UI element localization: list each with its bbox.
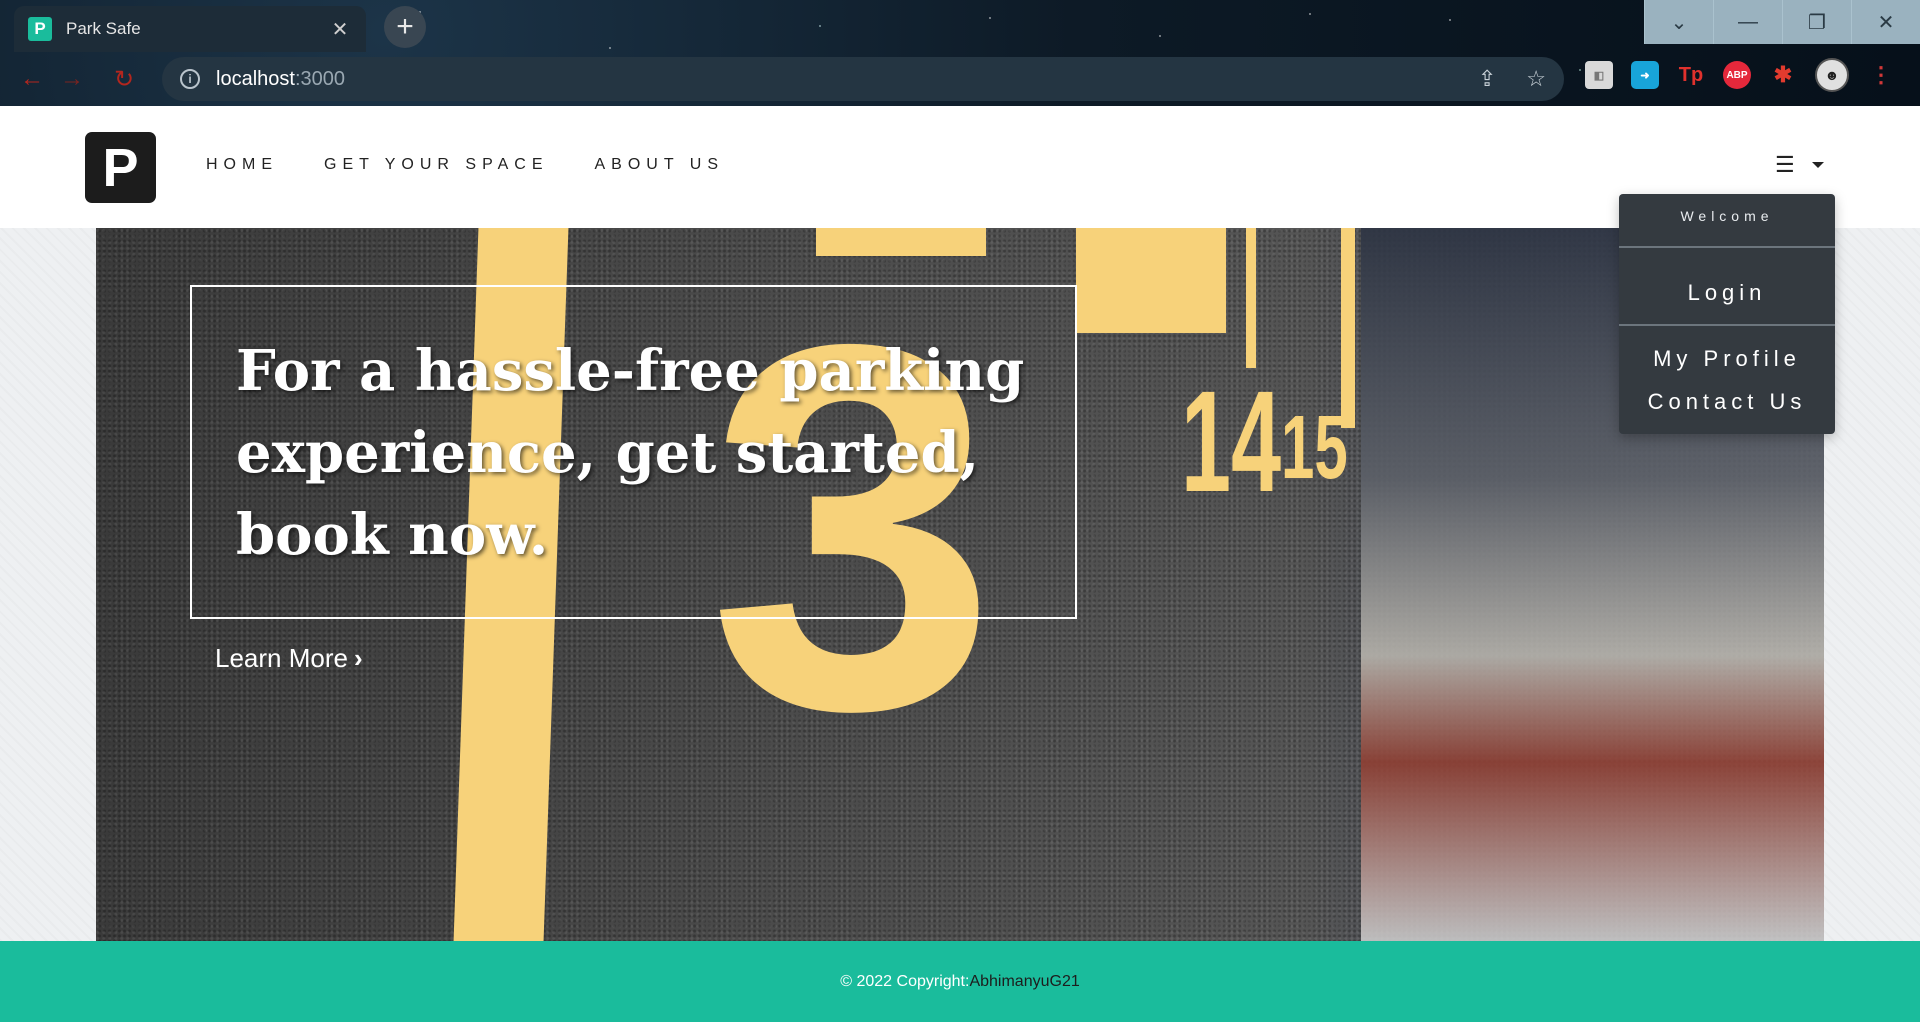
omnibox-actions: ⇪ ☆	[1478, 66, 1546, 92]
share-extension-icon[interactable]: ➜	[1631, 61, 1659, 89]
new-tab-button[interactable]: +	[384, 6, 426, 48]
dropdown-divider	[1619, 246, 1835, 248]
minimize-icon[interactable]: —	[1713, 0, 1782, 44]
nav-links: HOME GET YOUR SPACE ABOUT US	[206, 156, 724, 174]
tab-close-icon[interactable]: ✕	[328, 17, 352, 42]
painted-number-15: 15	[1281, 397, 1348, 498]
back-arrow-icon[interactable]: ←	[12, 65, 52, 93]
site-info-icon[interactable]: i	[180, 69, 200, 89]
hamburger-menu-icon[interactable]: ☰	[1775, 152, 1795, 178]
nav-link-about-us[interactable]: ABOUT US	[594, 156, 724, 174]
site-footer: © 2022 Copyright: AbhimanyuG21	[0, 941, 1920, 1022]
dropdown-item-login[interactable]: Login	[1619, 280, 1835, 306]
footer-author-link[interactable]: AbhimanyuG21	[969, 973, 1079, 991]
profile-avatar[interactable]: ☻	[1815, 58, 1849, 92]
extensions-bar: ◧ ➜ Tp ABP ✱ ☻ ⋮	[1585, 58, 1895, 92]
cube-extension-icon[interactable]: ◧	[1585, 61, 1613, 89]
browser-chrome: P Park Safe ✕ + ⌄ — ❐ ✕ ← → ↻ i localhos…	[0, 0, 1920, 106]
reload-icon[interactable]: ↻	[104, 65, 144, 94]
window-controls: ⌄ — ❐ ✕	[1644, 0, 1920, 44]
tab-title: Park Safe	[66, 19, 141, 38]
nav-link-home[interactable]: HOME	[206, 156, 278, 174]
share-icon[interactable]: ⇪	[1478, 66, 1496, 92]
dropdown-item-my-profile[interactable]: My Profile	[1619, 346, 1835, 372]
brand-logo[interactable]: P	[85, 132, 156, 203]
dropdown-caret-icon[interactable]	[1812, 162, 1824, 168]
url-host: localhost	[216, 67, 295, 90]
nav-link-get-your-space[interactable]: GET YOUR SPACE	[324, 156, 548, 174]
tp-extension-icon[interactable]: Tp	[1677, 61, 1705, 89]
footer-copyright: © 2022 Copyright:	[840, 972, 970, 990]
forward-arrow-icon[interactable]: →	[52, 65, 92, 93]
user-dropdown-menu: Welcome Login My Profile Contact Us	[1619, 194, 1835, 434]
dropdown-divider	[1619, 324, 1835, 326]
browser-toolbar: ← → ↻ i localhost:3000 ⇪ ☆ ◧ ➜ Tp ABP ✱ …	[0, 52, 1920, 106]
browser-tab[interactable]: P Park Safe ✕	[14, 6, 366, 52]
restore-icon[interactable]: ❐	[1782, 0, 1851, 44]
dropdown-welcome: Welcome	[1680, 208, 1774, 224]
extensions-puzzle-icon[interactable]: ✱	[1769, 61, 1797, 89]
paint-bar-top-b	[1076, 228, 1226, 333]
painted-number-14: 14	[1181, 363, 1282, 523]
adblock-plus-icon[interactable]: ABP	[1723, 61, 1751, 89]
tab-favicon-icon: P	[28, 17, 52, 41]
chevron-right-icon: ›	[353, 643, 363, 673]
address-bar[interactable]: i localhost:3000 ⇪ ☆	[162, 57, 1564, 101]
bookmark-star-icon[interactable]: ☆	[1526, 66, 1546, 92]
hero-heading: For a hassle-free parking experience, ge…	[236, 338, 1025, 568]
learn-more-label: Learn More	[215, 643, 348, 673]
learn-more-link[interactable]: Learn More ›	[215, 643, 363, 674]
url-port: :3000	[294, 67, 345, 90]
dropdown-item-contact-us[interactable]: Contact Us	[1619, 389, 1835, 415]
tab-search-chevron-icon[interactable]: ⌄	[1644, 0, 1713, 44]
close-window-icon[interactable]: ✕	[1851, 0, 1920, 44]
paint-bar-vert-b	[1246, 228, 1256, 368]
browser-menu-icon[interactable]: ⋮	[1867, 61, 1895, 89]
